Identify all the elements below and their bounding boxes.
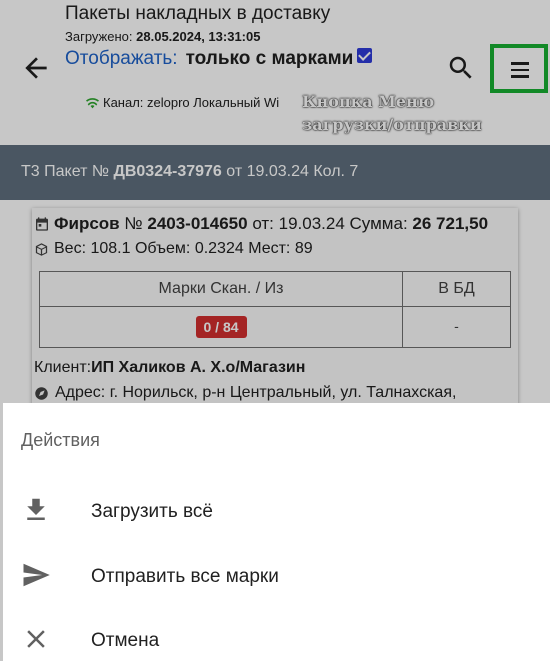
close-icon [27, 630, 45, 648]
sheet-title: Действия [21, 430, 100, 450]
cancel-item[interactable]: Отмена [3, 610, 550, 661]
download-all-item[interactable]: Загрузить всё [3, 481, 550, 541]
cancel-label: Отмена [91, 630, 160, 651]
send-all-marks-label: Отправить все марки [91, 566, 279, 587]
download-all-label: Загрузить всё [91, 501, 213, 522]
actions-bottom-sheet: Действия Загрузить всё Отправить все мар… [3, 403, 550, 661]
send-icon [23, 563, 50, 587]
send-all-marks-item[interactable]: Отправить все марки [3, 546, 550, 606]
download-icon [27, 498, 45, 520]
